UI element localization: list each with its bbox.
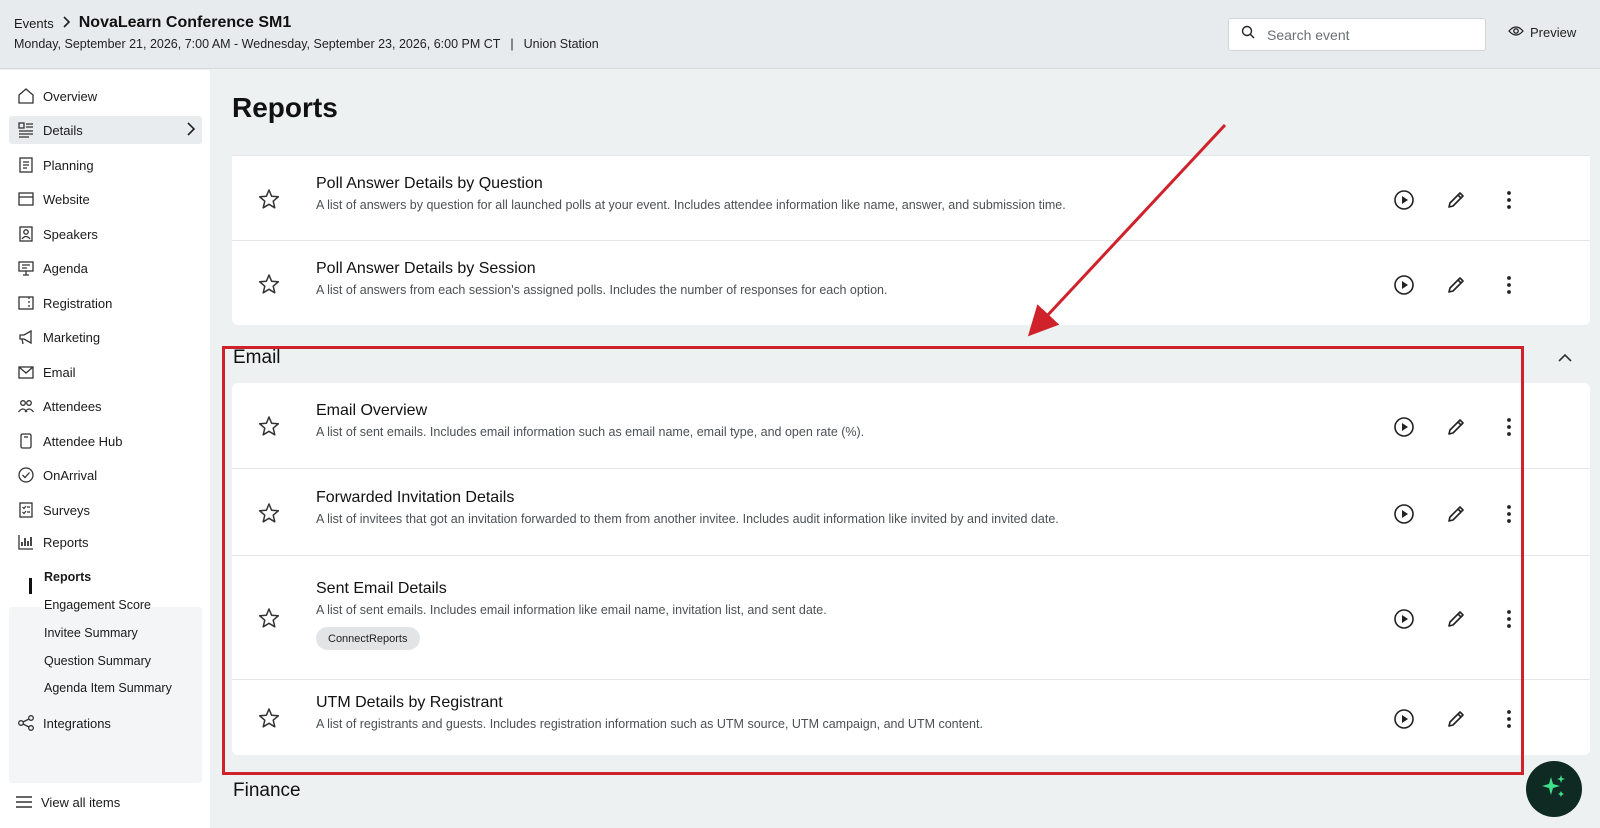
sparkle-icon: [1540, 773, 1568, 806]
ai-assistant-button[interactable]: [1526, 761, 1582, 817]
annotation-highlight-box: [222, 346, 1524, 775]
